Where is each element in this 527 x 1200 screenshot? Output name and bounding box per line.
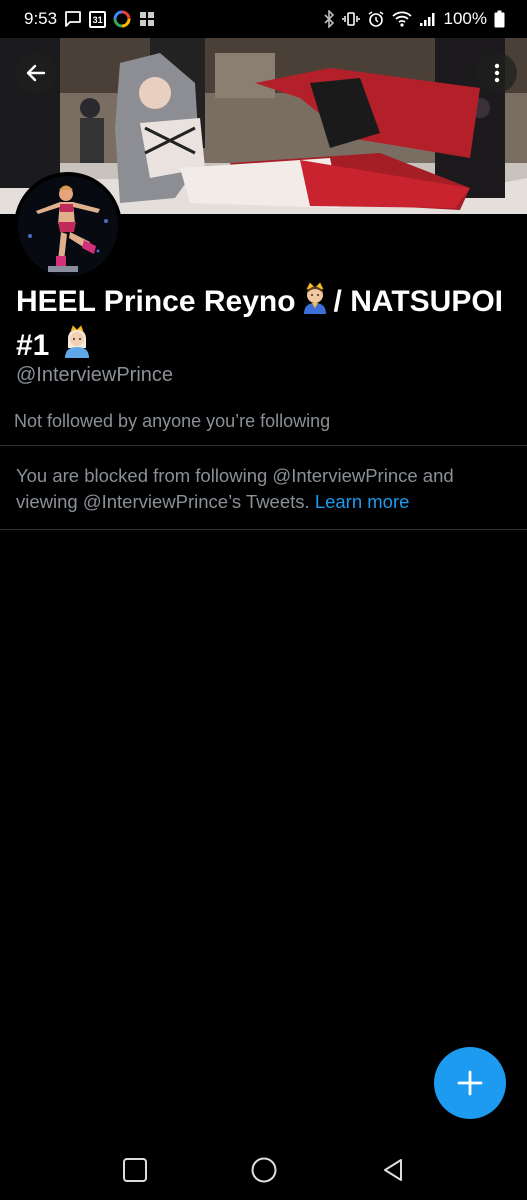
avatar-image — [18, 176, 118, 276]
home-icon — [251, 1157, 276, 1183]
alarm-icon — [367, 10, 385, 28]
signal-icon — [419, 10, 437, 28]
more-vertical-icon — [494, 63, 500, 83]
divider — [0, 529, 527, 530]
chat-icon — [64, 10, 82, 28]
clock: 9:53 — [24, 9, 58, 28]
plus-icon — [457, 1070, 483, 1096]
recents-icon — [122, 1158, 147, 1182]
prince-emoji — [298, 280, 332, 324]
battery-icon — [494, 10, 505, 28]
more-options-button[interactable] — [477, 53, 517, 93]
display-name-text-3: #1 — [16, 329, 50, 362]
recents-button[interactable] — [115, 1150, 155, 1190]
image-icon — [138, 10, 156, 28]
display-name-text-1: HEEL Prince Reyno — [16, 285, 296, 318]
system-nav-bar — [0, 1140, 527, 1200]
display-name: HEEL Prince Reyno / NATSUPOI #1 — [16, 280, 516, 368]
profile-handle: @InterviewPrince — [16, 364, 174, 386]
back-icon — [383, 1159, 402, 1181]
bluetooth-icon — [323, 10, 335, 28]
vibrate-icon — [341, 10, 360, 28]
avatar[interactable] — [14, 172, 122, 280]
display-name-text-2: / NATSUPOI — [333, 285, 503, 318]
status-left: 9:53 31 — [24, 9, 156, 29]
nav-back-button[interactable] — [373, 1150, 413, 1190]
battery-level: 100% — [443, 9, 487, 28]
status-bar: 9:53 31 100% — [0, 0, 527, 38]
blocked-message: You are blocked from following @Intervie… — [16, 463, 516, 515]
followed-by-text: Not followed by anyone you’re following — [14, 411, 331, 431]
learn-more-link[interactable]: Learn more — [315, 491, 410, 512]
compose-tweet-button[interactable] — [434, 1047, 506, 1119]
status-right: 100% — [323, 9, 505, 29]
home-button[interactable] — [244, 1150, 284, 1190]
princess-emoji — [60, 324, 94, 368]
wifi-icon — [391, 10, 412, 28]
divider — [0, 445, 527, 446]
calendar-icon: 31 — [89, 10, 107, 28]
back-button[interactable] — [16, 53, 56, 93]
arrow-left-icon — [26, 64, 46, 82]
circle-app-icon — [113, 10, 131, 28]
